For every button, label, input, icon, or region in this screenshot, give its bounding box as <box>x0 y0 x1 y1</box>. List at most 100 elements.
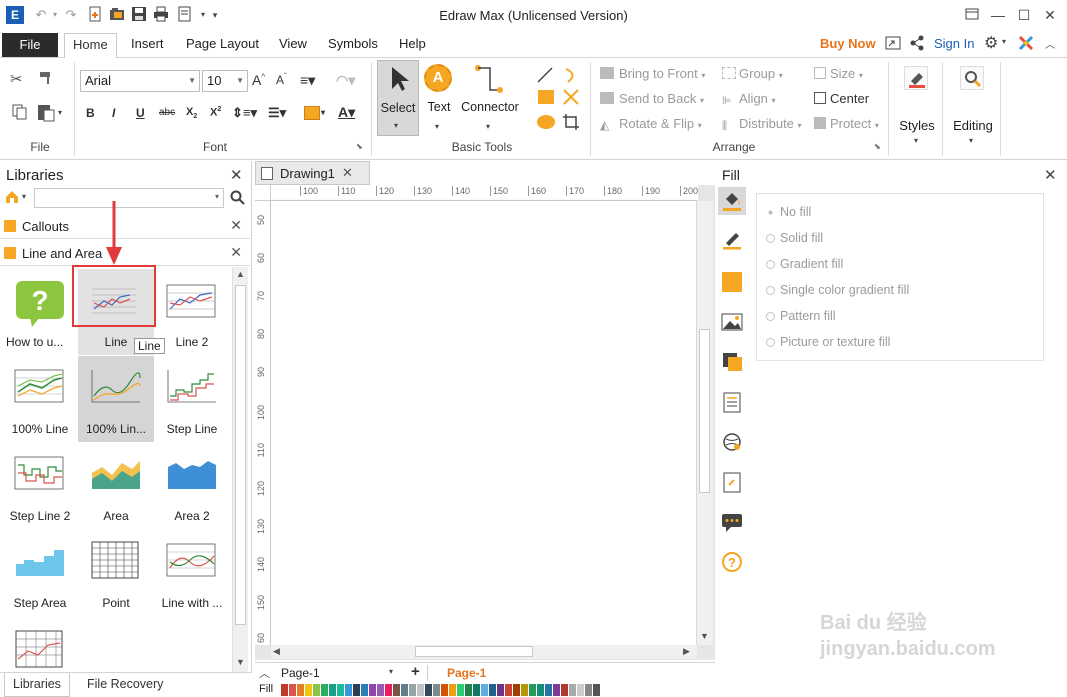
rotate-flip-button[interactable]: ◭ Rotate & Flip ▾ <box>600 116 702 132</box>
home-icon[interactable] <box>4 189 20 205</box>
text-dropdown-icon[interactable]: ▾ <box>435 122 439 131</box>
styles-button[interactable]: Styles ▾ <box>894 64 940 152</box>
font-dialog-launcher-icon[interactable]: ⬊ <box>356 142 363 151</box>
cut-icon[interactable]: ✂ <box>10 70 23 88</box>
color-swatch[interactable] <box>321 684 328 696</box>
horizontal-scrollbar[interactable]: ◀ ▶ <box>271 645 697 659</box>
fill-option-solid-fill[interactable]: Solid fill <box>766 231 823 245</box>
color-swatch[interactable] <box>465 684 472 696</box>
fill-option-no-fill[interactable]: No fill <box>766 205 811 219</box>
shape-step-line-2[interactable]: Step Line 2 <box>2 443 78 529</box>
fill-option-single-color-gradient[interactable]: Single color gradient fill <box>766 283 909 297</box>
font-name-combo[interactable]: Arial ▼ <box>80 70 200 92</box>
bold-button[interactable]: B <box>86 106 95 120</box>
tab-home[interactable]: Home <box>64 33 117 59</box>
color-swatch[interactable] <box>369 684 376 696</box>
palette-swatches[interactable] <box>281 684 661 696</box>
drawing-page[interactable] <box>271 201 696 645</box>
close-icon[interactable]: ✕ <box>1044 166 1057 184</box>
minimize-button[interactable]: — <box>984 4 1012 26</box>
scroll-right-icon[interactable]: ▶ <box>683 646 690 657</box>
tab-file-recovery[interactable]: File Recovery <box>87 677 163 691</box>
comment-icon[interactable] <box>720 511 744 533</box>
color-swatch[interactable] <box>505 684 512 696</box>
color-swatch[interactable] <box>337 684 344 696</box>
color-swatch[interactable] <box>281 684 288 696</box>
underline-button[interactable]: U <box>136 106 145 120</box>
scroll-thumb[interactable] <box>235 285 246 625</box>
color-swatch[interactable] <box>585 684 592 696</box>
close-icon[interactable]: ✕ <box>230 244 242 261</box>
color-swatch[interactable] <box>409 684 416 696</box>
subscript-button[interactable]: X2 <box>186 106 197 120</box>
protect-button[interactable]: Protect ▾ <box>814 116 879 131</box>
share-network-icon[interactable] <box>909 35 925 51</box>
search-icon[interactable] <box>230 190 246 206</box>
shape-100-line-2[interactable]: 100% Lin... <box>78 356 154 442</box>
home-dropdown-icon[interactable]: ▾ <box>22 192 26 201</box>
tab-file[interactable]: File <box>2 33 58 57</box>
align-button[interactable]: ⊫ Align ▾ <box>722 91 776 107</box>
vertical-scrollbar[interactable]: ▼ <box>697 201 713 645</box>
fill-option-picture-texture[interactable]: Picture or texture fill <box>766 335 890 349</box>
attachment-icon[interactable] <box>722 471 742 493</box>
send-to-back-button[interactable]: Send to Back ▾ <box>600 91 704 106</box>
help-icon[interactable]: ? <box>721 551 743 573</box>
picture-icon[interactable] <box>720 311 744 333</box>
color-swatch[interactable] <box>497 684 504 696</box>
shape-step-line[interactable]: Step Line <box>154 356 230 442</box>
color-swatch[interactable] <box>473 684 480 696</box>
shape-area-2[interactable]: Area 2 <box>154 443 230 529</box>
shape-point[interactable]: Point <box>78 530 154 616</box>
color-swatch[interactable] <box>561 684 568 696</box>
color-swatch[interactable] <box>553 684 560 696</box>
scroll-down-icon[interactable]: ▼ <box>236 657 245 667</box>
bring-to-front-button[interactable]: Bring to Front ▾ <box>600 66 705 81</box>
color-swatch[interactable] <box>329 684 336 696</box>
shape-line-2[interactable]: Line 2 <box>154 269 230 355</box>
document-tab[interactable]: Drawing1 ✕ <box>255 161 370 185</box>
text-background-dropdown-icon[interactable]: ▾ <box>321 108 325 117</box>
scroll-thumb[interactable] <box>415 646 533 657</box>
shape-area[interactable]: Area <box>78 443 154 529</box>
connector-dropdown-icon[interactable]: ▾ <box>486 122 490 131</box>
theme-icon[interactable] <box>1018 35 1034 51</box>
color-swatch[interactable] <box>297 684 304 696</box>
text-align-icon[interactable]: ≡▾ <box>300 72 315 89</box>
page-dropdown-icon[interactable]: ▾ <box>389 667 393 676</box>
buy-now-link[interactable]: Buy Now <box>820 36 876 51</box>
tab-page-layout[interactable]: Page Layout <box>186 36 259 51</box>
text-tool-button[interactable]: A Text <box>422 64 456 114</box>
fill-bucket-icon[interactable] <box>718 187 746 215</box>
scroll-up-icon[interactable]: ▲ <box>236 269 245 279</box>
close-icon[interactable]: ✕ <box>342 165 353 181</box>
scroll-left-icon[interactable]: ◀ <box>273 646 280 657</box>
color-swatch[interactable] <box>417 684 424 696</box>
bullet-list-icon[interactable]: ☰▾ <box>268 105 286 121</box>
sign-in-link[interactable]: Sign In <box>934 36 974 51</box>
rectangle-tool-icon[interactable] <box>538 90 554 104</box>
library-category-line-and-area[interactable]: Line and Area ✕ <box>0 240 250 266</box>
format-painter-icon[interactable] <box>38 70 54 86</box>
line-spacing-icon[interactable]: ⇕≡▾ <box>232 105 257 121</box>
ellipse-tool-icon[interactable] <box>537 115 555 129</box>
shape-step-area[interactable]: Step Area <box>2 530 78 616</box>
library-category-callouts[interactable]: Callouts ✕ <box>0 213 250 239</box>
color-swatch[interactable] <box>569 684 576 696</box>
page-nav-up-icon[interactable]: ︿ <box>259 665 270 681</box>
color-swatch[interactable] <box>425 684 432 696</box>
add-page-icon[interactable]: + <box>411 663 420 680</box>
shape-grid-chart[interactable] <box>2 617 78 669</box>
color-swatch[interactable] <box>313 684 320 696</box>
editing-button[interactable]: Editing ▾ <box>948 64 998 152</box>
line-tool-icon[interactable] <box>536 66 554 84</box>
increase-font-icon[interactable]: A^ <box>252 72 265 88</box>
tab-help[interactable]: Help <box>399 36 426 51</box>
tab-symbols[interactable]: Symbols <box>328 36 378 51</box>
page-list-icon[interactable] <box>722 391 742 413</box>
color-swatch[interactable] <box>289 684 296 696</box>
tab-insert[interactable]: Insert <box>131 36 164 51</box>
color-swatch[interactable] <box>393 684 400 696</box>
globe-icon[interactable] <box>721 431 743 453</box>
color-swatch[interactable] <box>353 684 360 696</box>
